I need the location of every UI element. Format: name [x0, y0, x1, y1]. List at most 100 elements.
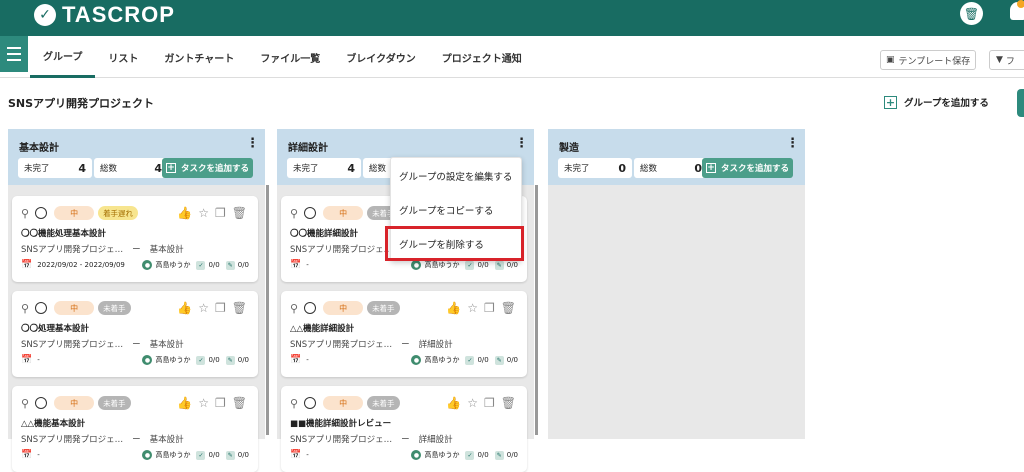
- assignee[interactable]: ● 高島ゆうか: [411, 355, 459, 365]
- total-count: 総数 0: [634, 158, 708, 178]
- delete-icon[interactable]: 🗑: [232, 396, 247, 410]
- star-icon[interactable]: ☆: [467, 301, 478, 315]
- tab-gantt[interactable]: ガントチャート: [151, 36, 247, 78]
- side-action-button[interactable]: [1017, 89, 1024, 117]
- complete-checkbox[interactable]: [35, 397, 48, 409]
- priority-badge[interactable]: 中: [54, 396, 95, 410]
- priority-badge[interactable]: 中: [323, 206, 364, 220]
- star-icon[interactable]: ☆: [198, 301, 209, 315]
- assignee[interactable]: ● 高島ゆうか: [411, 260, 459, 270]
- thumbs-up-icon[interactable]: 👍: [446, 396, 461, 410]
- status-badge[interactable]: 未着手: [367, 396, 400, 410]
- task-card[interactable]: ⚲ 中未着手 👍 ☆ ❐ 🗑 〇〇処理基本設計 SNSアプリ開発プロジェ… ー基本設計 📅 - ● 高島…: [12, 291, 258, 377]
- task-meta-row: 📅 - ● 高島ゆうか ✓ 0/0 ✎ 0/0: [290, 260, 522, 270]
- add-task-button[interactable]: + タスクを追加する: [702, 158, 793, 178]
- tab-breakdown[interactable]: ブレイクダウン: [333, 36, 428, 78]
- logo[interactable]: ✓ TASCROP: [34, 2, 175, 28]
- task-card[interactable]: ⚲ 中未着手 👍 ☆ ❐ 🗑 ■■機能詳細設計レビュー SNSアプリ開発プロジェ… ー詳細設計 📅…: [281, 386, 527, 472]
- delete-icon[interactable]: 🗑: [501, 396, 516, 410]
- priority-badge[interactable]: 中: [323, 396, 364, 410]
- pin-icon[interactable]: ⚲: [21, 302, 29, 315]
- copy-icon[interactable]: ❐: [484, 396, 495, 410]
- template-save-button[interactable]: ▣ テンプレート保存: [880, 50, 977, 70]
- thumbs-up-icon[interactable]: 👍: [177, 301, 192, 315]
- task-meta-row: 📅 - ● 高島ゆうか ✓ 0/0 ✎ 0/0: [21, 355, 253, 365]
- task-title[interactable]: 〇〇処理基本設計: [21, 322, 89, 334]
- star-icon[interactable]: ☆: [198, 396, 209, 410]
- more-vertical-icon[interactable]: ⋮: [515, 137, 528, 150]
- status-badge[interactable]: 未着手: [367, 301, 400, 315]
- task-card[interactable]: ⚲ 中未着手 👍 ☆ ❐ 🗑 △△機能詳細設計 SNSアプリ開発プロジェ… ー詳細設計 📅 - ● 高島…: [281, 291, 527, 377]
- status-badge[interactable]: 未着手: [98, 396, 131, 410]
- tab-project-notifications[interactable]: プロジェクト通知: [429, 36, 535, 78]
- delete-icon[interactable]: 🗑: [232, 206, 247, 220]
- thumbs-up-icon[interactable]: 👍: [177, 396, 192, 410]
- card-actions: 👍 ☆ ❐ 🗑: [446, 395, 516, 411]
- task-title[interactable]: ■■機能詳細設計レビュー: [290, 417, 391, 429]
- delete-icon[interactable]: 🗑: [501, 301, 516, 315]
- column-scrollbar[interactable]: [266, 185, 269, 435]
- trash-icon[interactable]: 🗑: [960, 2, 983, 25]
- menu-item-copy-group[interactable]: グループをコピーする: [399, 203, 493, 217]
- complete-checkbox[interactable]: [304, 207, 317, 219]
- add-task-label: タスクを追加する: [720, 164, 789, 174]
- delete-icon[interactable]: 🗑: [232, 301, 247, 315]
- pin-icon[interactable]: ⚲: [290, 397, 298, 410]
- task-card[interactable]: ⚲ 中着手遅れ 👍 ☆ ❐ 🗑 〇〇機能処理基本設計 SNSアプリ開発プロジェ… ー基本設計 📅 2…: [12, 196, 258, 282]
- status-badge[interactable]: 着手遅れ: [98, 206, 139, 220]
- task-project-path: SNSアプリ開発プロジェ… ー詳細設計: [290, 433, 453, 445]
- status-badge[interactable]: 未着手: [98, 301, 131, 315]
- stat-label: 未完了: [293, 164, 319, 174]
- thumbs-up-icon[interactable]: 👍: [446, 301, 461, 315]
- pin-icon[interactable]: ⚲: [21, 397, 29, 410]
- more-vertical-icon[interactable]: ⋮: [786, 137, 799, 150]
- column-scrollbar[interactable]: [535, 185, 538, 435]
- stat-label: 未完了: [24, 164, 50, 174]
- assignee[interactable]: ● 高島ゆうか: [142, 450, 190, 460]
- tab-group[interactable]: グループ: [30, 36, 96, 78]
- thumbs-up-icon[interactable]: 👍: [177, 206, 192, 220]
- star-icon[interactable]: ☆: [198, 206, 209, 220]
- task-dates: -: [306, 356, 309, 364]
- filter-label: フ: [1005, 56, 1015, 67]
- add-task-button[interactable]: + タスクを追加する: [162, 158, 253, 178]
- pin-icon[interactable]: ⚲: [21, 207, 29, 220]
- filter-button[interactable]: ▼ フ: [989, 50, 1024, 70]
- hamburger-menu-button[interactable]: [0, 36, 28, 72]
- complete-checkbox[interactable]: [304, 302, 317, 314]
- calendar-icon: 📅: [290, 260, 302, 270]
- task-title[interactable]: △△機能詳細設計: [290, 322, 354, 334]
- tab-list[interactable]: リスト: [95, 36, 151, 78]
- assignee[interactable]: ● 高島ゆうか: [142, 355, 190, 365]
- complete-checkbox[interactable]: [35, 207, 48, 219]
- comment-count: ✎ 0/0: [225, 450, 249, 460]
- project-name: SNSアプリ開発プロジェ…: [21, 435, 124, 445]
- tab-files[interactable]: ファイル一覧: [247, 36, 333, 78]
- priority-badge[interactable]: 中: [323, 301, 364, 315]
- copy-icon[interactable]: ❐: [215, 301, 226, 315]
- star-icon[interactable]: ☆: [467, 396, 478, 410]
- stat-value: 4: [347, 161, 355, 175]
- copy-icon[interactable]: ❐: [484, 301, 495, 315]
- menu-item-edit-group[interactable]: グループの設定を編集する: [399, 169, 512, 183]
- task-card[interactable]: ⚲ 中未着手 👍 ☆ ❐ 🗑 △△機能基本設計 SNSアプリ開発プロジェ… ー基本設計 📅 - ● 高島…: [12, 386, 258, 472]
- more-vertical-icon[interactable]: ⋮: [246, 137, 259, 150]
- copy-icon[interactable]: ❐: [215, 396, 226, 410]
- pin-icon[interactable]: ⚲: [290, 302, 298, 315]
- project-name: SNSアプリ開発プロジェ…: [290, 245, 393, 255]
- priority-badge[interactable]: 中: [54, 301, 95, 315]
- complete-checkbox[interactable]: [304, 397, 317, 409]
- add-group-button[interactable]: + グループを追加する: [884, 95, 989, 109]
- incomplete-count: 未完了 4: [18, 158, 92, 178]
- task-meta: ● 高島ゆうか ✓ 0/0 ✎ 0/0: [411, 260, 518, 270]
- task-title[interactable]: 〇〇機能処理基本設計: [21, 227, 106, 239]
- complete-checkbox[interactable]: [35, 302, 48, 314]
- assignee[interactable]: ● 高島ゆうか: [411, 450, 459, 460]
- priority-badge[interactable]: 中: [54, 206, 95, 220]
- assignee[interactable]: ● 高島ゆうか: [142, 260, 190, 270]
- pin-icon[interactable]: ⚲: [290, 207, 298, 220]
- copy-icon[interactable]: ❐: [215, 206, 226, 220]
- task-title[interactable]: △△機能基本設計: [21, 417, 85, 429]
- comment-icon: ✎: [494, 260, 504, 270]
- task-title[interactable]: 〇〇機能詳細設計: [290, 227, 358, 239]
